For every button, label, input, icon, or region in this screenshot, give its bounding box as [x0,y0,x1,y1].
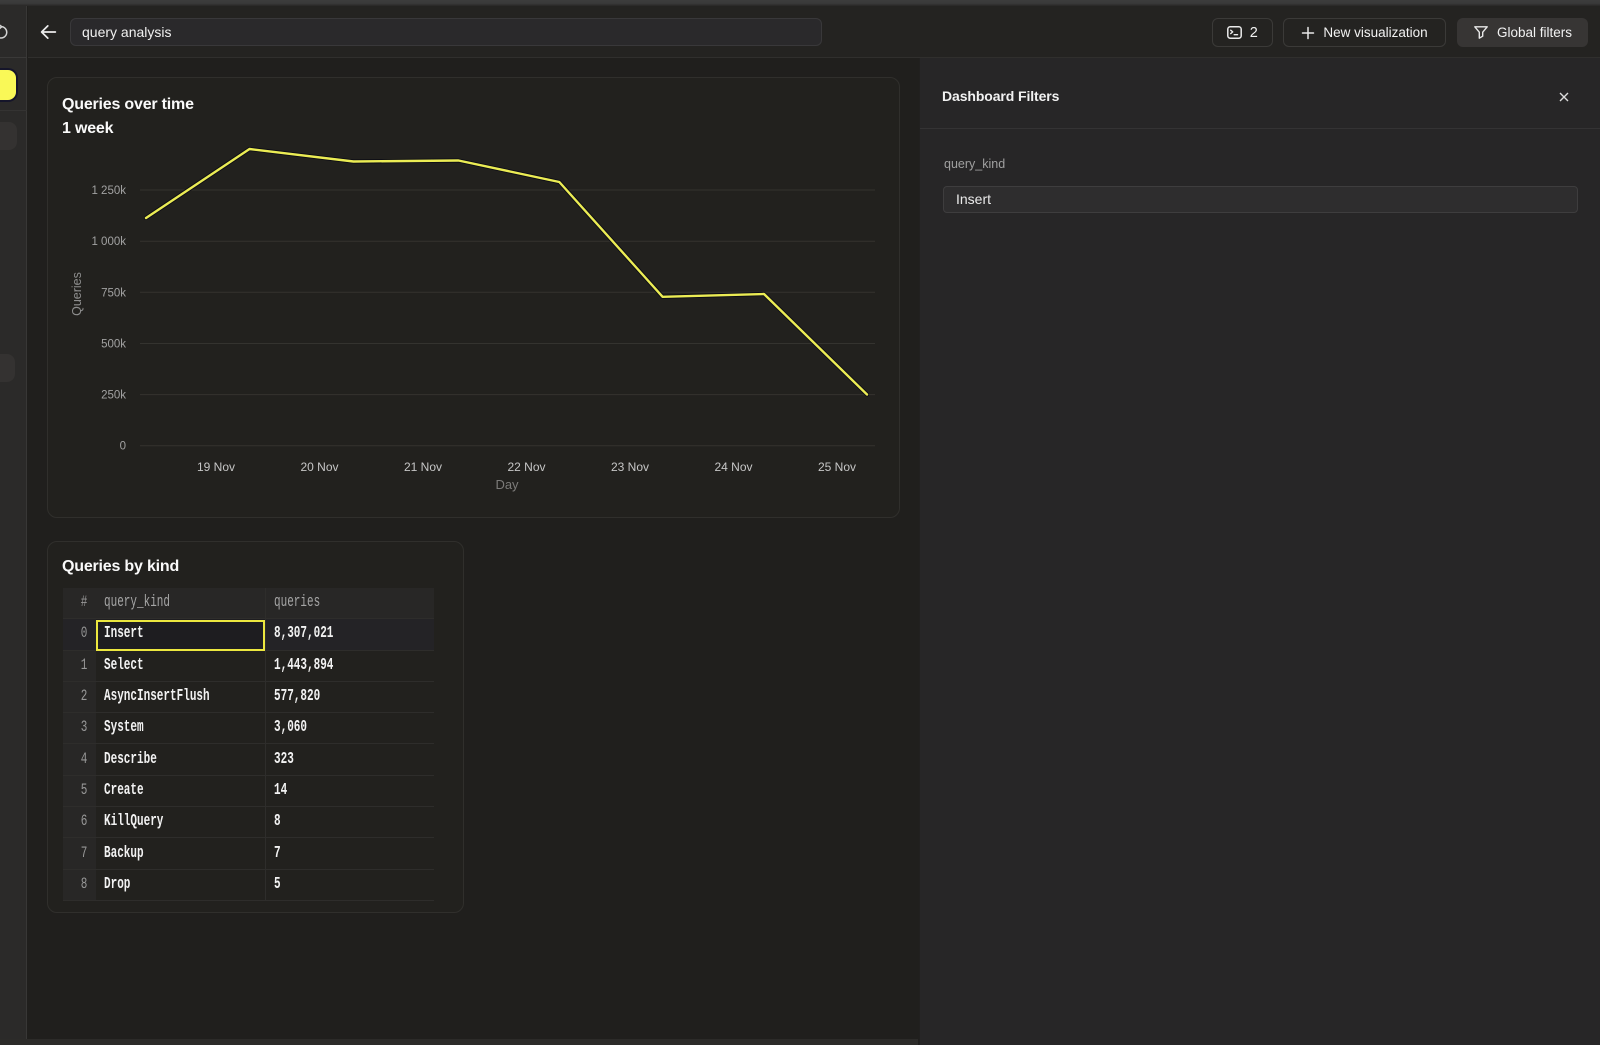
svg-text:24 Nov: 24 Nov [714,460,752,474]
svg-text:Day: Day [495,477,519,492]
svg-text:20 Nov: 20 Nov [300,460,338,474]
svg-text:21 Nov: 21 Nov [404,460,442,474]
svg-text:750k: 750k [101,287,126,299]
svg-text:19 Nov: 19 Nov [197,460,235,474]
svg-text:1 250k: 1 250k [91,185,126,197]
svg-text:250k: 250k [101,390,126,402]
svg-text:25 Nov: 25 Nov [818,460,856,474]
svg-text:1 000k: 1 000k [91,236,126,248]
svg-text:0: 0 [120,441,126,453]
svg-text:22 Nov: 22 Nov [507,460,545,474]
svg-text:Queries: Queries [70,272,84,316]
svg-text:23 Nov: 23 Nov [611,460,649,474]
svg-text:500k: 500k [101,339,126,351]
